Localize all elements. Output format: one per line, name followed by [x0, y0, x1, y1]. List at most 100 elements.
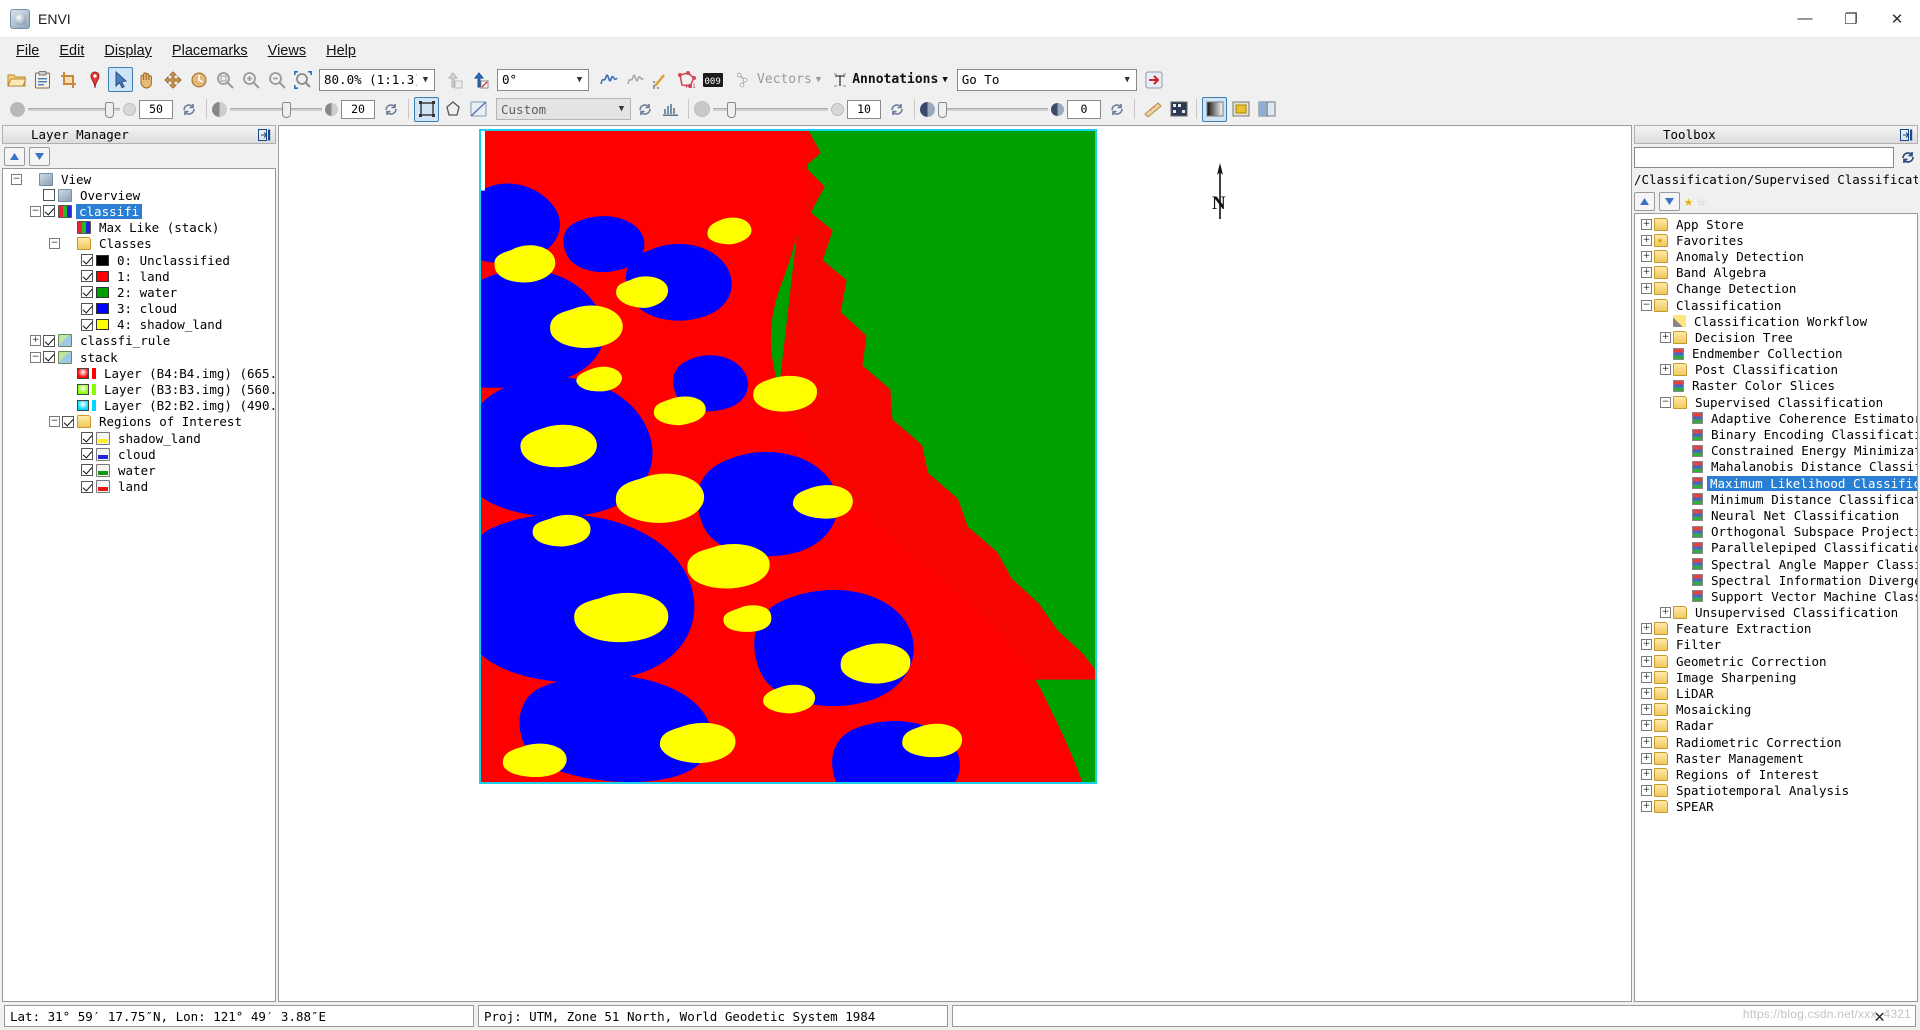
transparency-thumb[interactable]	[938, 101, 947, 118]
toolbox-item-label[interactable]: LiDAR	[1672, 686, 1714, 701]
toolbox-tree[interactable]: + App Store + ★ Favorites + Anomaly Detection +…	[1634, 213, 1918, 1002]
toolbox-tree-row[interactable]: Spectral Angle Mapper Classifica	[1635, 556, 1917, 572]
toolbox-item-label[interactable]: Change Detection	[1672, 281, 1796, 296]
polygon-select-icon[interactable]	[440, 97, 465, 122]
brightness-slider[interactable]	[28, 101, 120, 118]
layer-visibility-checkbox[interactable]	[81, 432, 93, 445]
crop-icon[interactable]	[56, 67, 81, 92]
transparency-slider[interactable]	[938, 101, 1048, 118]
menu-views[interactable]: Views	[258, 41, 316, 61]
layer-visibility-checkbox[interactable]	[43, 205, 55, 218]
toolbox-item-label[interactable]: Raster Management	[1672, 751, 1804, 766]
expand-icon[interactable]: +	[1641, 736, 1652, 748]
toolbox-tree-row[interactable]: + Regions of Interest	[1635, 766, 1917, 782]
expand-icon[interactable]: +	[1641, 671, 1652, 683]
expand-icon[interactable]: +	[1660, 331, 1671, 343]
expand-icon[interactable]: +	[1641, 752, 1652, 764]
layer-label[interactable]: shadow_land	[114, 431, 201, 446]
toolbox-tree-row[interactable]: + App Store	[1635, 216, 1917, 232]
vectors-button[interactable]: Vectors ▼	[732, 67, 826, 92]
layer-tree-row[interactable]: Max Like (stack)	[3, 220, 275, 236]
annotations-button[interactable]: Annotations ▼	[827, 67, 953, 92]
toolbox-tree-row[interactable]: Spectral Information Divergence	[1635, 572, 1917, 588]
toolbox-item-label[interactable]: Support Vector Machine Classific	[1707, 589, 1917, 604]
close-button[interactable]: ✕	[1874, 0, 1920, 38]
layer-tree-row[interactable]: Layer (B4:B4.img) (665.0000)	[3, 365, 275, 381]
paste-icon[interactable]	[30, 67, 55, 92]
toolbox-tree-row[interactable]: + Spatiotemporal Analysis	[1635, 783, 1917, 799]
toolbox-tree-row[interactable]: + Raster Management	[1635, 750, 1917, 766]
collapse-icon[interactable]: −	[1660, 396, 1671, 408]
expand-icon[interactable]: +	[1641, 250, 1652, 262]
layer-visibility-checkbox[interactable]	[81, 302, 93, 315]
expand-icon[interactable]: +	[1641, 639, 1652, 651]
expand-icon[interactable]: +	[1660, 607, 1671, 619]
spectral-profile-icon[interactable]	[596, 67, 621, 92]
north-up-disabled-icon[interactable]	[442, 67, 467, 92]
class-color-swatch[interactable]	[96, 286, 109, 298]
toolbox-item-label[interactable]: App Store	[1672, 217, 1744, 232]
toolbox-tree-row[interactable]: + Radiometric Correction	[1635, 734, 1917, 750]
class-color-swatch[interactable]	[96, 303, 109, 315]
class-color-swatch[interactable]	[96, 270, 109, 282]
layer-tree-row[interactable]: cloud	[3, 446, 275, 462]
menu-display[interactable]: Display	[94, 41, 162, 61]
zoom-out-icon[interactable]	[264, 67, 289, 92]
toolbox-tree-row[interactable]: Binary Encoding Classification	[1635, 426, 1917, 442]
placemark-pin-icon[interactable]	[82, 67, 107, 92]
toolbox-tree-row[interactable]: Mahalanobis Distance Classificat	[1635, 459, 1917, 475]
histogram-icon[interactable]	[658, 97, 683, 122]
layer-tree-row[interactable]: 1: land	[3, 268, 275, 284]
expand-icon[interactable]: +	[1641, 283, 1652, 295]
contrast-slider[interactable]	[230, 101, 322, 118]
layer-label[interactable]: 1: land	[113, 269, 170, 284]
layer-visibility-checkbox[interactable]	[81, 270, 93, 283]
toolbox-item-label[interactable]: Orthogonal Subspace Projection C	[1707, 524, 1917, 539]
expand-icon[interactable]: +	[1641, 655, 1652, 667]
toolbox-tree-row[interactable]: + Decision Tree	[1635, 329, 1917, 345]
star-gray-icon[interactable]: ☆	[1697, 193, 1706, 209]
layer-label[interactable]: Layer (B4:B4.img) (665.0000)	[100, 366, 275, 381]
zoom-fit-icon[interactable]	[212, 67, 237, 92]
toolbox-tree-row[interactable]: Endmember Collection	[1635, 346, 1917, 362]
sharpen-value[interactable]: 10	[847, 99, 881, 119]
layer-tree-row[interactable]: − View	[3, 171, 275, 187]
toolbox-item-label[interactable]: Post Classification	[1691, 362, 1838, 377]
toolbox-tree-row[interactable]: + Anomaly Detection	[1635, 248, 1917, 264]
layer-tree-row[interactable]: 0: Unclassified	[3, 252, 275, 268]
classification-image[interactable]	[479, 129, 1097, 784]
layer-visibility-checkbox[interactable]	[81, 286, 93, 299]
expand-icon[interactable]: +	[1641, 688, 1652, 700]
toolbox-tree-row[interactable]: + Band Algebra	[1635, 265, 1917, 281]
expand-icon[interactable]: +	[30, 335, 41, 347]
spectral-library-icon[interactable]	[622, 67, 647, 92]
expand-icon[interactable]: +	[1641, 785, 1652, 797]
class-color-swatch[interactable]	[96, 319, 109, 331]
layer-tree-row[interactable]: − stack	[3, 349, 275, 365]
portal-view-icon[interactable]	[1228, 97, 1253, 122]
layer-label[interactable]: 0: Unclassified	[113, 253, 230, 268]
toolbox-item-label[interactable]: Maximum Likelihood Classificatio	[1707, 475, 1917, 491]
toolbox-tree-row[interactable]: + LiDAR	[1635, 685, 1917, 701]
image-view[interactable]: N	[278, 125, 1632, 1002]
maximize-button[interactable]: ❐	[1828, 0, 1874, 38]
layer-label[interactable]: cloud	[114, 447, 156, 462]
toolbox-item-label[interactable]: Spatiotemporal Analysis	[1672, 783, 1849, 798]
layer-label[interactable]: land	[114, 479, 148, 494]
select-arrow-icon[interactable]	[108, 67, 133, 92]
toolbox-item-label[interactable]: Mosaicking	[1672, 702, 1751, 717]
layer-tree[interactable]: − View Overview − classifi Max Like (stack) − C…	[2, 168, 276, 1002]
expand-icon[interactable]: +	[1641, 234, 1652, 246]
collapse-icon[interactable]: −	[30, 351, 41, 363]
collapse-icon[interactable]: −	[11, 173, 22, 185]
star-gold-icon[interactable]: ★	[1684, 193, 1693, 209]
sharpen-thumb[interactable]	[727, 101, 736, 118]
toolbox-item-label[interactable]: Image Sharpening	[1672, 670, 1796, 685]
sharpen-slider-group[interactable]: 10	[694, 97, 909, 122]
layer-label[interactable]: Regions of Interest	[95, 414, 242, 429]
layer-visibility-checkbox[interactable]	[81, 448, 93, 461]
zoom-to-region-icon[interactable]	[290, 67, 315, 92]
sharpen-slider[interactable]	[713, 101, 828, 118]
layer-tree-row[interactable]: water	[3, 462, 275, 478]
toolbox-tree-row[interactable]: + Geometric Correction	[1635, 653, 1917, 669]
